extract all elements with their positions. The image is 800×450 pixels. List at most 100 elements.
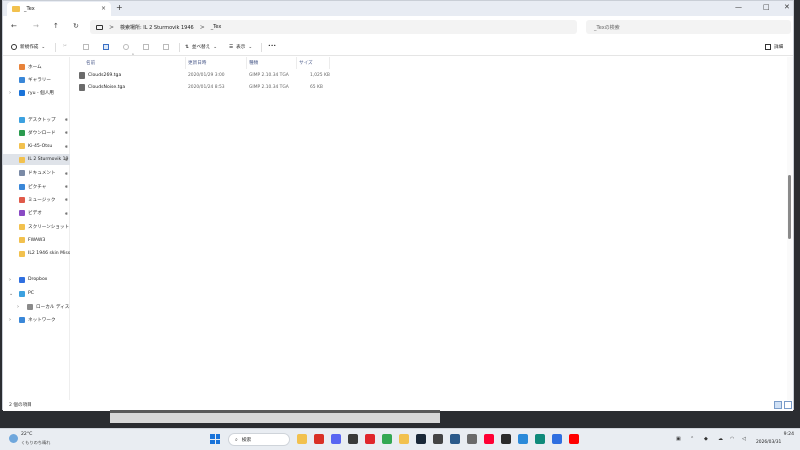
chevron-right-icon[interactable]: › [9, 90, 11, 96]
taskbar-search[interactable]: ⌕ 検索 [228, 433, 290, 446]
sidebar-item[interactable]: デスクトップ ✱ [3, 114, 70, 125]
wifi-icon[interactable]: ◠ [730, 436, 734, 442]
sidebar-item[interactable]: ミュージック ✱ [3, 194, 70, 205]
clock-date[interactable]: 2026/03/31 [756, 440, 781, 445]
background-window[interactable] [110, 410, 440, 423]
column-header-type[interactable]: 種類 [249, 60, 258, 66]
sidebar-item[interactable]: › ryu - 個人用 [3, 87, 70, 98]
file-name[interactable]: CloudsNoise.tga [88, 85, 125, 90]
column-divider[interactable] [246, 57, 247, 69]
game-app-icon[interactable] [433, 434, 443, 444]
sidebar-item[interactable]: ダウンロード ✱ [3, 127, 70, 138]
store-app-icon[interactable] [552, 434, 562, 444]
sidebar-item[interactable]: IL 2 Sturmovik 19 ✱ [3, 154, 70, 166]
edge-app-icon[interactable] [535, 434, 545, 444]
sidebar-item[interactable]: IL2 1946 skin Missic [3, 248, 70, 259]
sidebar-item[interactable]: ⌄ PC [3, 288, 70, 299]
search-input[interactable]: _Texの検索 [586, 20, 791, 34]
sidebar-item[interactable]: FWAW3 [3, 235, 70, 246]
tab-tex[interactable]: _Tex × [7, 2, 111, 16]
forward-button[interactable]: → [33, 22, 39, 30]
sidebar-item[interactable]: ビデオ ✱ [3, 208, 70, 219]
paste-button[interactable] [103, 44, 109, 50]
game2-app-icon[interactable] [450, 434, 460, 444]
sidebar-item[interactable]: › ローカル ディスク (C:) [3, 301, 70, 312]
discord-app-icon[interactable] [331, 434, 341, 444]
browser-app-icon[interactable] [314, 434, 324, 444]
column-header-name[interactable]: 名前 [86, 60, 95, 66]
scrollbar-thumb[interactable] [788, 175, 791, 239]
column-divider[interactable] [296, 57, 297, 69]
rename-button[interactable] [123, 44, 129, 50]
minimize-button[interactable]: — [735, 3, 742, 11]
maximize-button[interactable]: □ [763, 3, 770, 11]
vertical-scrollbar[interactable] [787, 57, 793, 400]
sidebar-item-label: ローカル ディスク (C:) [36, 304, 70, 310]
check-app-icon[interactable] [501, 434, 511, 444]
chevron-right-icon[interactable]: › [9, 277, 11, 283]
breadcrumb-search-location[interactable]: 検索場所: IL 2 Sturmovik 1946 [120, 24, 194, 31]
sidebar-item[interactable]: ピクチャ ✱ [3, 181, 70, 192]
dropbox-tray-icon[interactable]: ◆ [704, 436, 708, 442]
cut-button[interactable]: ✂ [63, 44, 67, 49]
close-tab-icon[interactable]: × [101, 5, 106, 12]
clock-time[interactable]: 9:24 [774, 432, 794, 437]
file-date: 2020/01/24 8:53 [188, 85, 225, 90]
chevron-right-icon[interactable]: › [17, 304, 19, 310]
chrome-app-icon[interactable] [382, 434, 392, 444]
sidebar-item[interactable]: › Dropbox [3, 274, 70, 285]
weather-description[interactable]: くもりのち晴れ [21, 440, 50, 446]
sidebar-item[interactable]: ホーム [3, 61, 70, 72]
divider [179, 43, 180, 52]
view-button[interactable]: ☰ 表示 ⌄ [229, 44, 252, 51]
sort-button[interactable]: ⇅ 並べ替え ⌄ [185, 44, 217, 51]
column-header-date[interactable]: 更新日時 [188, 60, 206, 66]
details-button[interactable]: 詳細 [765, 44, 783, 50]
plane-app-icon[interactable] [467, 434, 477, 444]
chat-app-icon[interactable] [348, 434, 358, 444]
youtube-app-icon[interactable] [569, 434, 579, 444]
sidebar-item[interactable]: ドキュメント ✱ [3, 168, 70, 179]
tray-app-icon[interactable]: ▣ [676, 436, 681, 442]
new-button[interactable]: 新規作成 ⌄ [11, 44, 45, 50]
copy-button[interactable] [83, 44, 89, 50]
photos-app-icon[interactable] [518, 434, 528, 444]
start-button[interactable] [210, 434, 220, 444]
opera-app-icon[interactable] [365, 434, 375, 444]
steam-app-icon[interactable] [416, 434, 426, 444]
delete-button[interactable] [163, 44, 169, 50]
volume-icon[interactable]: ◁ [742, 436, 746, 442]
onedrive-icon[interactable]: ☁ [718, 436, 723, 442]
column-header-size[interactable]: サイズ [299, 60, 313, 66]
chevron-right-icon[interactable]: › [9, 317, 11, 323]
more-button[interactable]: ••• [268, 44, 276, 49]
breadcrumb-tex[interactable]: _Tex [211, 24, 222, 30]
column-divider[interactable] [329, 57, 330, 69]
taskbar-search-label: 検索 [241, 438, 252, 443]
details-view-button[interactable] [774, 401, 782, 409]
network-icon [19, 316, 25, 323]
yahoo-app-icon[interactable] [484, 434, 494, 444]
files-app-icon[interactable] [399, 434, 409, 444]
column-divider[interactable] [185, 57, 186, 69]
sidebar-item[interactable]: スクリーンショット [3, 221, 70, 232]
weather-temperature[interactable]: 22°C [21, 432, 32, 437]
chevron-down-icon[interactable]: ⌄ [9, 291, 13, 297]
sort-up-icon: ⌃ [131, 54, 135, 59]
new-tab-button[interactable]: + [116, 3, 123, 12]
tiles-view-button[interactable] [784, 401, 792, 409]
up-button[interactable]: ↑ [53, 22, 59, 30]
back-button[interactable]: ← [11, 22, 17, 30]
show-hidden-icons-chevron-up-icon[interactable]: ⌃ [690, 436, 694, 442]
refresh-button[interactable]: ↻ [73, 22, 79, 30]
explorer-app-icon[interactable] [297, 434, 307, 444]
weather-icon[interactable] [9, 434, 18, 443]
file-name[interactable]: Clouds269.tga [88, 73, 121, 78]
sidebar-item[interactable]: ギャラリー [3, 74, 70, 85]
share-button[interactable] [143, 44, 149, 50]
sidebar-item[interactable]: Ki-45-Otsu ✱ [3, 141, 70, 152]
address-bar[interactable]: > 検索場所: IL 2 Sturmovik 1946 > _Tex [90, 20, 577, 34]
pc-icon [19, 290, 25, 297]
close-button[interactable]: ✕ [784, 3, 790, 11]
sidebar-item[interactable]: › ネットワーク [3, 314, 70, 325]
